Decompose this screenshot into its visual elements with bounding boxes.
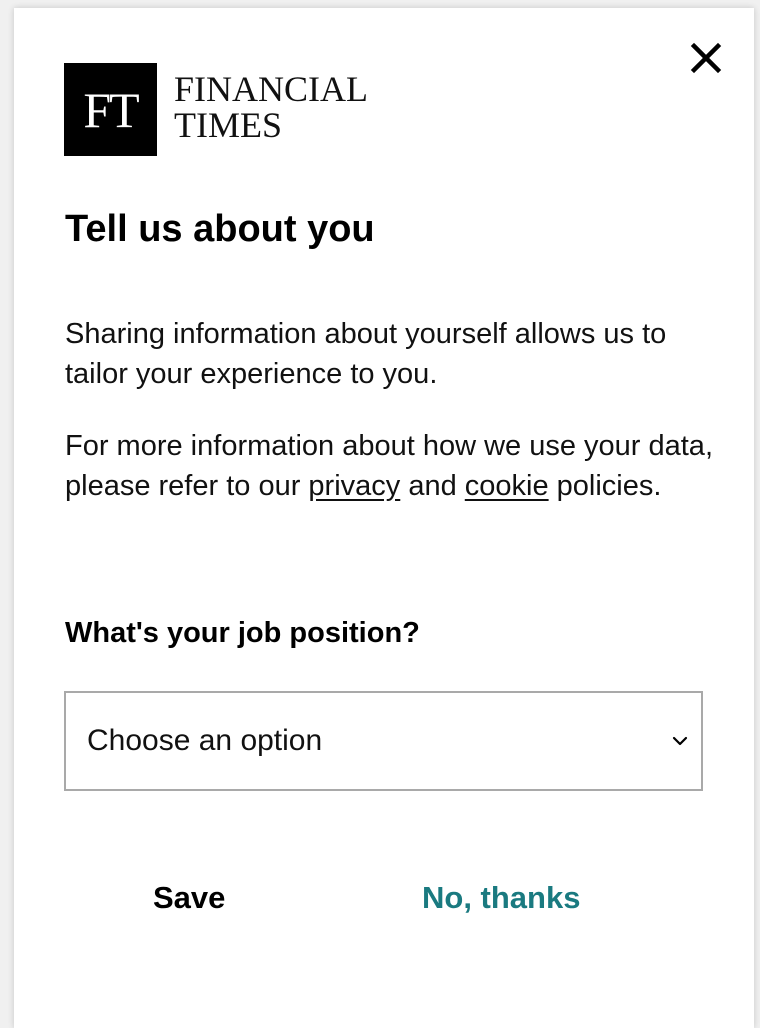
close-button[interactable] xyxy=(686,38,726,78)
cookie-policy-link[interactable]: cookie xyxy=(465,470,549,502)
privacy-policy-link[interactable]: privacy xyxy=(308,470,400,502)
ft-logo-line-1: FINANCIAL xyxy=(174,68,368,109)
dialog-actions: Save No, thanks xyxy=(64,868,704,928)
dialog-title: Tell us about you xyxy=(65,208,375,250)
ft-logo-line-2: TIMES xyxy=(174,104,282,145)
privacy-info-text: For more information about how we use yo… xyxy=(65,426,725,506)
ft-logo: FT FINANCIAL TIMES xyxy=(64,63,368,156)
privacy-info-suffix: policies. xyxy=(548,470,662,502)
ft-logo-wordmark: FINANCIAL TIMES xyxy=(174,71,368,143)
privacy-info-and: and xyxy=(400,470,465,502)
intro-text: Sharing information about yourself allow… xyxy=(65,318,667,390)
save-button[interactable]: Save xyxy=(153,868,225,928)
ft-logo-mark: FT xyxy=(64,63,157,156)
job-position-label: What's your job position? xyxy=(65,617,420,649)
chevron-down-icon xyxy=(672,736,688,746)
job-position-select[interactable]: Choose an option xyxy=(64,691,703,791)
profile-dialog: FT FINANCIAL TIMES Tell us about you Sha… xyxy=(14,8,754,1028)
job-position-select-value: Choose an option xyxy=(87,724,323,757)
no-thanks-button[interactable]: No, thanks xyxy=(422,868,580,928)
close-icon xyxy=(690,42,722,74)
